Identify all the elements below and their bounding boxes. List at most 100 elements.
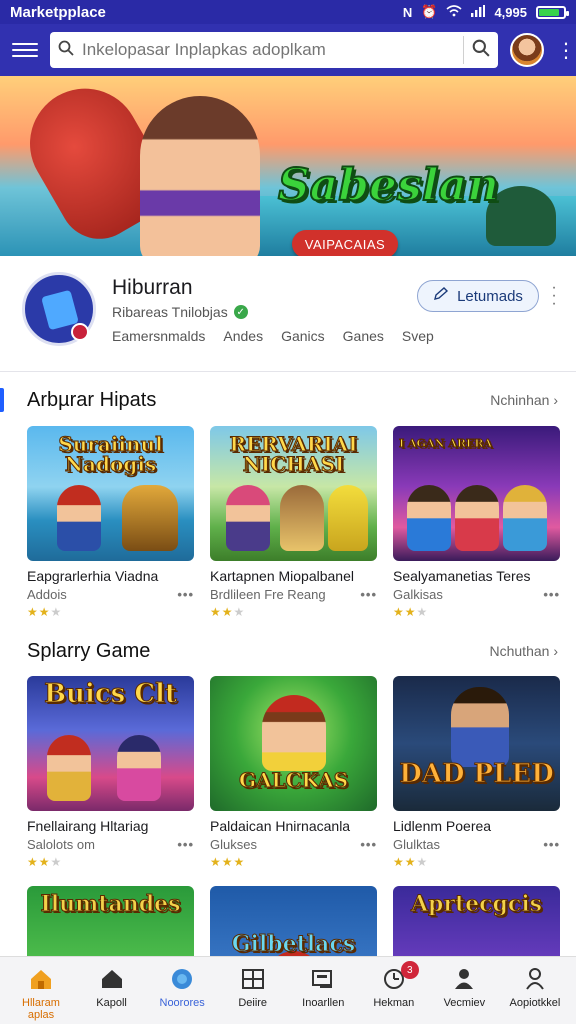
grid-icon (240, 967, 266, 991)
nav-item-hekman[interactable]: 3 Hekman (359, 957, 429, 1024)
developer-name: Hiburran (112, 276, 193, 299)
more-options-icon[interactable]: ••• (177, 837, 194, 852)
section-title: Arbµrar Hipats (27, 388, 157, 411)
see-more-link[interactable]: Nchinhan › (490, 392, 558, 408)
nav-item-vecmiev[interactable]: Vecmiev (429, 957, 499, 1024)
developer-subtitle: Ribareas Tnilobjas (112, 304, 228, 320)
profile-overflow-icon[interactable]: · · · (549, 280, 559, 312)
rating-stars: ★★★ (393, 855, 429, 869)
character-art (262, 695, 326, 771)
game-subtitle: Addois (27, 587, 67, 602)
rating-stars: ★★★ (27, 605, 63, 619)
rating-stars: ★★★ (393, 605, 429, 619)
game-card[interactable]: I AGAN ARERA Sealyamanetias Teres Galkis… (393, 426, 560, 619)
status-bar: Marketpplace N ⏰ 4,995 (0, 0, 576, 24)
thumbnail-title: I AGAN ARERA (399, 437, 493, 451)
game-meta: Addois ••• (27, 587, 194, 602)
chevron-right-icon: › (553, 392, 558, 408)
thumbnail-title: Ilumtandes (40, 891, 181, 917)
game-subtitle: Salolots om (27, 837, 95, 852)
search-divider (463, 36, 464, 64)
signal-icon (471, 4, 486, 20)
character-art (328, 485, 368, 551)
game-subtitle: Galkisas (393, 587, 443, 602)
game-title: Sealyamanetias Teres (393, 568, 531, 584)
game-title: Fnellairang Hltariag (27, 818, 149, 834)
game-meta: Glukses ••• (210, 837, 377, 852)
character-art (226, 485, 270, 551)
nav-item-kapoll[interactable]: Kapoll (77, 957, 147, 1024)
top-bar: ⋮ (0, 24, 576, 76)
see-more-label: Nchuthan (489, 643, 550, 659)
search-icon (58, 40, 74, 61)
category-tab[interactable]: Ganes (343, 328, 384, 344)
game-title: Kartapnen Miopalbanel (210, 568, 354, 584)
character-art (407, 485, 451, 551)
section-header: Arbµrar Hipats Nchinhan › (0, 385, 576, 415)
game-title: Eapgrarlerhia Viadna (27, 568, 159, 584)
wifi-icon (446, 4, 462, 20)
nav-item-inoarllen[interactable]: Inoarllen (288, 957, 358, 1024)
thumbnail-title: Aprtecgcis (410, 891, 543, 917)
search-submit-icon[interactable] (472, 39, 490, 62)
nav-label: Hekman (373, 997, 415, 1009)
thumbnail-title: Gilbetlacs (231, 931, 356, 957)
rating-stars: ★★★ (210, 605, 246, 619)
hero-banner[interactable]: Sabeslan VAIPACAIAS (0, 76, 576, 256)
search-bar[interactable] (50, 32, 498, 68)
rating-stars: ★★★ (27, 855, 63, 869)
chevron-right-icon: › (553, 643, 558, 659)
status-time: 4,995 (494, 4, 527, 20)
more-options-icon[interactable]: ••• (543, 587, 560, 602)
thumbnail-title: RERVARIAI NICHASI (229, 432, 358, 476)
status-title: Marketpplace (10, 3, 106, 21)
category-tab[interactable]: Ganics (281, 328, 325, 344)
nfc-icon: N (402, 4, 413, 20)
character-art (57, 485, 101, 551)
nav-item-aopiotkkel[interactable]: Aopiotkkel (500, 957, 570, 1024)
nav-label: Noorores (159, 997, 205, 1009)
nav-item-home[interactable]: Hllaram aplas (6, 957, 76, 1024)
character-art (451, 687, 509, 767)
game-title: Lidlenm Poerea (393, 818, 492, 834)
character-art (117, 735, 161, 801)
game-card[interactable]: DAD PLED Lidlenm Poerea Glulktas ••• ★★★ (393, 676, 560, 869)
game-title: Paldaican Hnirnacanla (210, 818, 351, 834)
follow-button[interactable]: Letumads (417, 280, 539, 312)
more-options-icon[interactable]: ••• (177, 587, 194, 602)
developer-logo[interactable] (22, 272, 96, 346)
category-tab[interactable]: Eamersnmalds (112, 328, 205, 344)
search-input[interactable] (82, 40, 455, 60)
bottom-navigation: Hllaram aplas Kapoll Noorores Deiire Ino… (0, 956, 576, 1024)
see-more-label: Nchinhan (490, 392, 550, 408)
game-card[interactable]: Buics Clt Fnellairang Hltariag Salolots … (27, 676, 194, 869)
more-options-icon[interactable]: ••• (360, 837, 377, 852)
category-tab[interactable]: Andes (223, 328, 263, 344)
game-card[interactable]: RERVARIAI NICHASI Kartapnen Miopalbanel … (210, 426, 377, 619)
game-thumbnail: DAD PLED (393, 676, 560, 811)
logo-badge-icon (71, 323, 89, 341)
overflow-menu-icon[interactable]: ⋮ (556, 38, 576, 63)
thumbnail-title: DAD PLED (399, 759, 555, 789)
character-art (47, 735, 91, 801)
nav-item-deiire[interactable]: Deiire (218, 957, 288, 1024)
menu-icon[interactable] (12, 37, 38, 63)
game-meta: Galkisas ••• (393, 587, 560, 602)
user-avatar[interactable] (510, 33, 544, 67)
section-header: Splarry Game Nchuthan › (0, 636, 576, 666)
game-card[interactable]: Suraiinul Nadogis Eapgrarlerhia Viadna A… (27, 426, 194, 619)
character-art (280, 485, 324, 551)
thumbnail-title: Suraiinul Nadogis (58, 432, 163, 476)
more-options-icon[interactable]: ••• (360, 587, 377, 602)
banner-cta-button[interactable]: VAIPACAIAS (292, 230, 398, 256)
game-meta: Salolots om ••• (27, 837, 194, 852)
nav-label: Aopiotkkel (509, 997, 561, 1009)
category-tab[interactable]: Svep (402, 328, 434, 344)
game-card[interactable]: GALCKAS Paldaican Hnirnacanla Glukses •••… (210, 676, 377, 869)
more-options-icon[interactable]: ••• (543, 837, 560, 852)
nav-label: Deiire (238, 997, 268, 1009)
edit-icon (433, 287, 449, 305)
developer-header: Hiburran Ribareas Tnilobjas ✓ Eamersnmal… (0, 256, 576, 372)
see-more-link[interactable]: Nchuthan › (490, 643, 559, 659)
nav-item-noorores[interactable]: Noorores (147, 957, 217, 1024)
